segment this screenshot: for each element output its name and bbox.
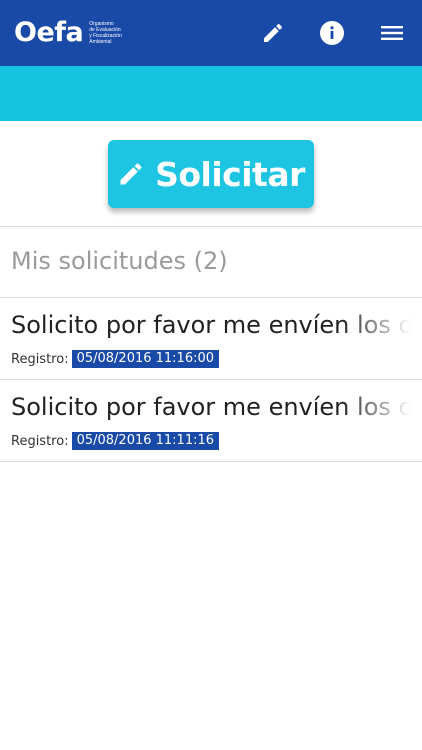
divider (0, 226, 422, 227)
list-item[interactable]: Solicito por favor me envíen los documen… (0, 298, 422, 380)
info-icon[interactable] (320, 21, 344, 45)
date-badge: 05/08/2016 11:11:16 (71, 432, 220, 450)
request-meta: Registro: 05/08/2016 11:16:00 (11, 350, 220, 368)
text-fade (341, 308, 411, 342)
menu-icon[interactable] (380, 21, 404, 45)
pencil-icon-graphic (264, 23, 283, 42)
menu-icon-graphic (381, 26, 403, 40)
registro-label: Registro: (11, 433, 69, 449)
solicitar-button[interactable]: Solicitar (108, 140, 314, 208)
top-app-bar: Oefa Organismo de Evaluación y Fiscaliza… (0, 0, 422, 66)
request-meta: Registro: 05/08/2016 11:11:16 (11, 432, 220, 450)
registro-label: Registro: (11, 351, 69, 367)
info-icon-graphic (320, 21, 344, 45)
section-title: Mis solicitudes (2) (11, 247, 228, 275)
logo-tagline: Organismo de Evaluación y Fiscalización … (89, 21, 122, 45)
date-badge: 05/08/2016 11:16:00 (71, 350, 220, 368)
pencil-icon (117, 160, 145, 188)
pencil-icon[interactable] (261, 21, 285, 45)
logo-wordmark: Oefa (14, 17, 84, 48)
solicitar-label: Solicitar (155, 154, 305, 194)
sub-header-bar (0, 66, 422, 121)
list-item[interactable]: Solicito por favor me envíen los documen… (0, 380, 422, 462)
divider (0, 461, 422, 462)
text-fade (341, 390, 411, 424)
oefa-logo: Oefa Organismo de Evaluación y Fiscaliza… (14, 18, 129, 48)
